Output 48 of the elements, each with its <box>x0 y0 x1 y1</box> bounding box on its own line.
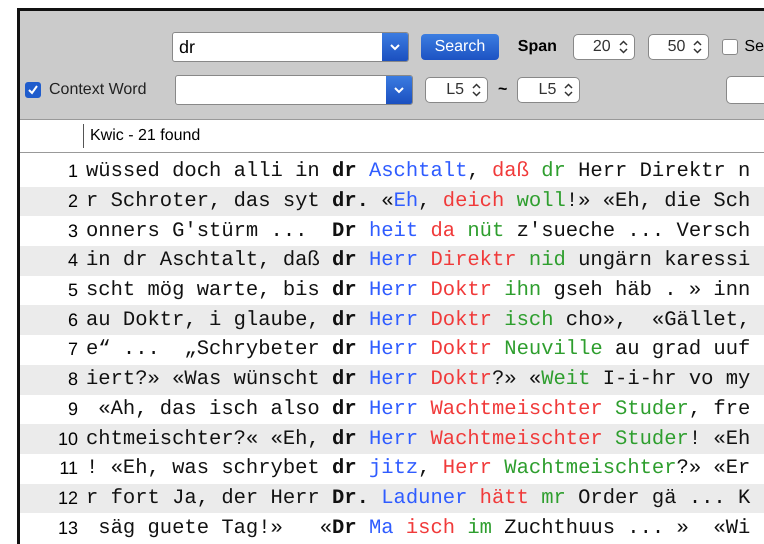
context-combo[interactable] <box>175 75 413 105</box>
kwic-line: wüssed doch alli in dr Aschtalt, daß dr Herr Direktr n <box>86 160 750 184</box>
kwic-line: e“ ... „Schrybeter dr Herr Doktr Neuville au grad uuf <box>86 338 750 362</box>
row-number: 11 <box>58 458 79 480</box>
range-from-stepper[interactable]: L5 <box>425 77 488 103</box>
row-number: 4 <box>66 250 79 272</box>
column-header: Kwic - 21 found <box>83 124 200 148</box>
input-field[interactable] <box>726 76 764 104</box>
kwic-line: in dr Aschtalt, daß dr Herr Direktr nid ungärn karessi <box>86 249 750 272</box>
search-combo[interactable]: dr <box>172 32 410 62</box>
checkbox[interactable] <box>722 39 738 55</box>
row-number: 10 <box>56 428 79 450</box>
row-number: 6 <box>66 310 79 331</box>
row-number: 8 <box>66 369 79 390</box>
kwic-line: r Schroter, das syt dr. «Eh, deich woll!» «Eh, die Sch <box>86 190 750 214</box>
checkbox-label: Se <box>744 38 764 56</box>
row-number: 9 <box>66 398 79 420</box>
row-number: 7 <box>66 339 79 360</box>
row-number: 2 <box>66 191 79 212</box>
chevron-down-icon <box>393 86 405 94</box>
row-number: 5 <box>66 280 79 302</box>
kwic-line: scht mög warte, bis dr Herr Doktr ihn gseh häb . » inn <box>86 279 750 302</box>
stepper-arrows-icon <box>564 83 574 97</box>
stepper-arrows-icon <box>472 83 481 97</box>
kwic-line: r fort Ja, der Herr Dr. Laduner hätt mr Order gä ... K <box>86 486 750 510</box>
range-to-stepper[interactable]: L5 <box>517 77 580 103</box>
span-label: Span <box>518 38 557 56</box>
range-separator: ~ <box>498 81 508 99</box>
stepper-arrows-icon <box>618 40 628 54</box>
span-from-stepper[interactable]: 20 <box>572 34 635 60</box>
kwic-line: ! «Eh, was schrybet dr jitz, Herr Wachtmeischter?» «Er <box>86 457 750 480</box>
kwic-line: chtmeischter?« «Eh, dr Herr Wachtmeischter Studer! «Eh <box>86 428 750 451</box>
row-number: 12 <box>56 488 79 509</box>
chevron-down-icon <box>389 43 402 51</box>
row-number: 3 <box>66 220 79 242</box>
kwic-line: säg guete Tag!» «Dr Ma isch im Zuchthuus ... » «Wi <box>97 516 750 540</box>
search-text: dr <box>178 36 196 59</box>
row-number: 1 <box>66 161 79 182</box>
row-number: 13 <box>56 518 79 539</box>
stepper-arrows-icon <box>693 40 702 54</box>
span-to-stepper[interactable]: 50 <box>648 34 710 60</box>
kwic-line: au Doktr, i glaube, dr Herr Doktr isch cho», «Gället, <box>86 308 750 332</box>
kwic-line: onners G'stürm ... Dr heit da nüt z'sueche ... Versch <box>86 220 750 243</box>
kwic-line: «Ah, das isch also dr Herr Wachtmeischter Studer, fre <box>97 398 750 421</box>
checkbox[interactable] <box>25 82 41 98</box>
search-button[interactable]: Search <box>421 34 499 60</box>
context-word-label: Context Word <box>49 81 147 99</box>
kwic-line: iert?» «Was wünscht dr Herr Doktr?» «Weit I-i-hr vo my <box>86 368 750 392</box>
